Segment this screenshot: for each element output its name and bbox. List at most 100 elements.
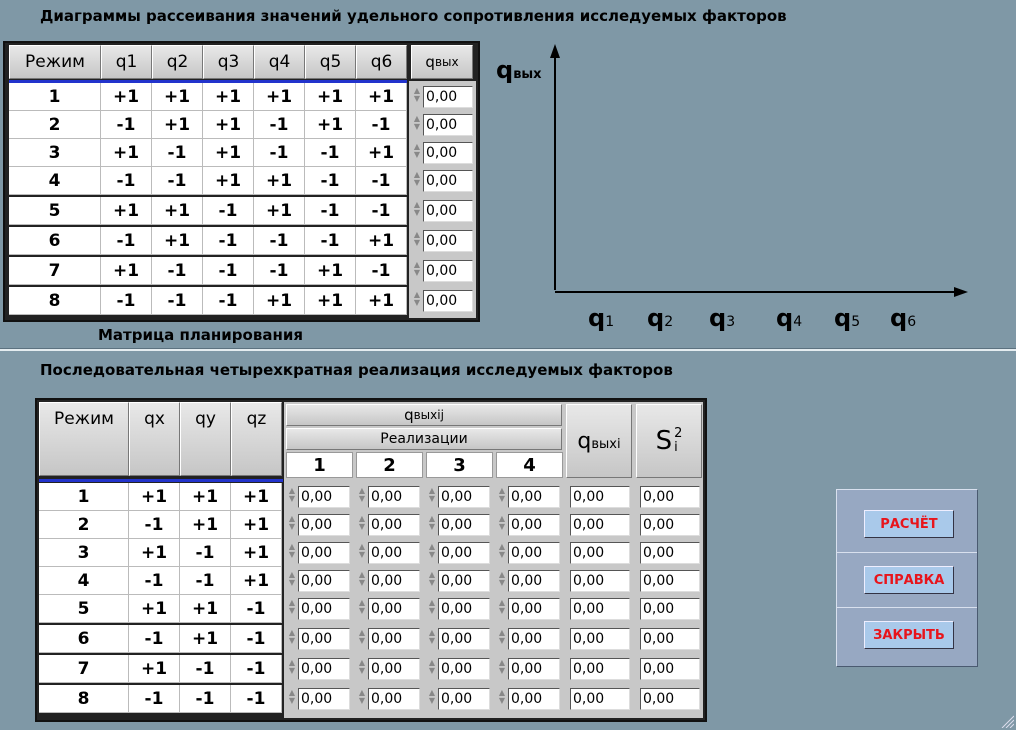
spin-arrows-icon[interactable]: ▲ ▼ [412, 231, 422, 247]
realization-value-input[interactable]: 0,00 [508, 628, 560, 650]
close-button[interactable]: ЗАКРЫТЬ [864, 621, 954, 649]
output-value-input[interactable]: 0,00 [423, 86, 473, 108]
realization-value-input[interactable]: 0,00 [368, 514, 420, 536]
realization-value-input[interactable]: 0,00 [438, 628, 490, 650]
spin-arrows-icon[interactable]: ▲ ▼ [412, 201, 422, 217]
spin-arrows-icon[interactable]: ▲ ▼ [287, 599, 297, 615]
spin-arrows-icon[interactable]: ▲ ▼ [427, 689, 437, 705]
realization-value-input[interactable]: 0,00 [298, 514, 350, 536]
real-header-1[interactable]: qx [129, 402, 180, 476]
realization-group-header[interactable]: q выхij [286, 404, 562, 426]
plan-header-1[interactable]: q1 [101, 45, 152, 79]
plan-header-2[interactable]: q2 [152, 45, 203, 79]
spin-arrows-icon[interactable]: ▲ ▼ [287, 543, 297, 559]
spin-arrows-icon[interactable]: ▲ ▼ [427, 543, 437, 559]
spin-arrows-icon[interactable]: ▲ ▼ [357, 571, 367, 587]
realization-value-input[interactable]: 0,00 [438, 688, 490, 710]
spin-arrows-icon[interactable]: ▲ ▼ [412, 171, 422, 187]
spin-arrows-icon[interactable]: ▲ ▼ [497, 659, 507, 675]
spin-arrows-icon[interactable]: ▲ ▼ [412, 115, 422, 131]
plan-header-3[interactable]: q3 [203, 45, 254, 79]
realization-value-input[interactable]: 0,00 [438, 598, 490, 620]
spin-arrows-icon[interactable]: ▲ ▼ [287, 487, 297, 503]
realization-value-input[interactable]: 0,00 [368, 688, 420, 710]
spin-arrows-icon[interactable]: ▲ ▼ [287, 571, 297, 587]
spin-arrows-icon[interactable]: ▲ ▼ [427, 571, 437, 587]
spin-arrows-icon[interactable]: ▲ ▼ [427, 629, 437, 645]
realization-value-input[interactable]: 0,00 [368, 570, 420, 592]
output-value-input[interactable]: 0,00 [423, 230, 473, 252]
realization-value-input[interactable]: 0,00 [508, 598, 560, 620]
realization-value-input[interactable]: 0,00 [298, 658, 350, 680]
output-value-input[interactable]: 0,00 [423, 114, 473, 136]
spin-arrows-icon[interactable]: ▲ ▼ [412, 143, 422, 159]
spin-arrows-icon[interactable]: ▲ ▼ [287, 515, 297, 531]
realization-value-input[interactable]: 0,00 [508, 570, 560, 592]
realization-value-input[interactable]: 0,00 [368, 628, 420, 650]
realizations-subheader[interactable]: Реализации [286, 428, 562, 450]
plan-header-5[interactable]: q5 [305, 45, 356, 79]
output-value-input[interactable]: 0,00 [423, 200, 473, 222]
plan-header-0[interactable]: Режим [9, 45, 101, 79]
spin-arrows-icon[interactable]: ▲ ▼ [497, 599, 507, 615]
spin-arrows-icon[interactable]: ▲ ▼ [357, 689, 367, 705]
spin-arrows-icon[interactable]: ▲ ▼ [357, 659, 367, 675]
spin-arrows-icon[interactable]: ▲ ▼ [287, 689, 297, 705]
realization-value-input[interactable]: 0,00 [438, 486, 490, 508]
real-header-0[interactable]: Режим [39, 402, 129, 476]
realization-value-input[interactable]: 0,00 [508, 486, 560, 508]
spin-arrows-icon[interactable]: ▲ ▼ [497, 515, 507, 531]
spin-arrows-icon[interactable]: ▲ ▼ [497, 543, 507, 559]
variance-header[interactable]: S2i [636, 404, 702, 478]
spin-arrows-icon[interactable]: ▲ ▼ [357, 515, 367, 531]
realization-value-input[interactable]: 0,00 [298, 542, 350, 564]
spin-arrows-icon[interactable]: ▲ ▼ [427, 487, 437, 503]
realization-value-input[interactable]: 0,00 [508, 542, 560, 564]
spin-arrows-icon[interactable]: ▲ ▼ [497, 487, 507, 503]
output-value-input[interactable]: 0,00 [423, 170, 473, 192]
realization-value-input[interactable]: 0,00 [368, 598, 420, 620]
output-value-input[interactable]: 0,00 [423, 142, 473, 164]
spin-arrows-icon[interactable]: ▲ ▼ [497, 629, 507, 645]
realization-value-input[interactable]: 0,00 [298, 598, 350, 620]
realization-value-input[interactable]: 0,00 [298, 486, 350, 508]
spin-arrows-icon[interactable]: ▲ ▼ [427, 659, 437, 675]
resize-grip-icon[interactable] [1000, 714, 1014, 728]
plan-header-output[interactable]: q вых [411, 45, 473, 79]
output-value-input[interactable]: 0,00 [423, 260, 473, 282]
spin-arrows-icon[interactable]: ▲ ▼ [357, 629, 367, 645]
mean-output-header[interactable]: q выхi [566, 404, 632, 478]
spin-arrows-icon[interactable]: ▲ ▼ [357, 599, 367, 615]
realization-value-input[interactable]: 0,00 [368, 658, 420, 680]
spin-arrows-icon[interactable]: ▲ ▼ [412, 291, 422, 307]
realization-value-input[interactable]: 0,00 [438, 514, 490, 536]
spin-arrows-icon[interactable]: ▲ ▼ [357, 543, 367, 559]
spin-arrows-icon[interactable]: ▲ ▼ [497, 689, 507, 705]
spin-arrows-icon[interactable]: ▲ ▼ [497, 571, 507, 587]
spin-arrows-icon[interactable]: ▲ ▼ [412, 87, 422, 103]
realization-value-input[interactable]: 0,00 [508, 688, 560, 710]
realization-value-input[interactable]: 0,00 [368, 486, 420, 508]
plan-header-4[interactable]: q4 [254, 45, 305, 79]
plan-header-6[interactable]: q6 [356, 45, 407, 79]
spin-arrows-icon[interactable]: ▲ ▼ [427, 599, 437, 615]
realization-value-input[interactable]: 0,00 [508, 514, 560, 536]
spin-arrows-icon[interactable]: ▲ ▼ [357, 487, 367, 503]
spin-arrows-icon[interactable]: ▲ ▼ [412, 261, 422, 277]
output-value-input[interactable]: 0,00 [423, 290, 473, 312]
spin-arrows-icon[interactable]: ▲ ▼ [427, 515, 437, 531]
realization-value-input[interactable]: 0,00 [438, 542, 490, 564]
spin-arrows-icon[interactable]: ▲ ▼ [287, 659, 297, 675]
realization-value-input[interactable]: 0,00 [368, 542, 420, 564]
realization-value-input[interactable]: 0,00 [438, 658, 490, 680]
calculate-button[interactable]: РАСЧЁТ [864, 510, 954, 538]
realization-value-input[interactable]: 0,00 [298, 570, 350, 592]
realization-value-input[interactable]: 0,00 [298, 628, 350, 650]
spin-arrows-icon[interactable]: ▲ ▼ [287, 629, 297, 645]
realization-value-input[interactable]: 0,00 [438, 570, 490, 592]
real-header-3[interactable]: qz [231, 402, 282, 476]
help-button[interactable]: СПРАВКА [864, 566, 954, 594]
realization-value-input[interactable]: 0,00 [508, 658, 560, 680]
realization-value-input[interactable]: 0,00 [298, 688, 350, 710]
real-header-2[interactable]: qy [180, 402, 231, 476]
